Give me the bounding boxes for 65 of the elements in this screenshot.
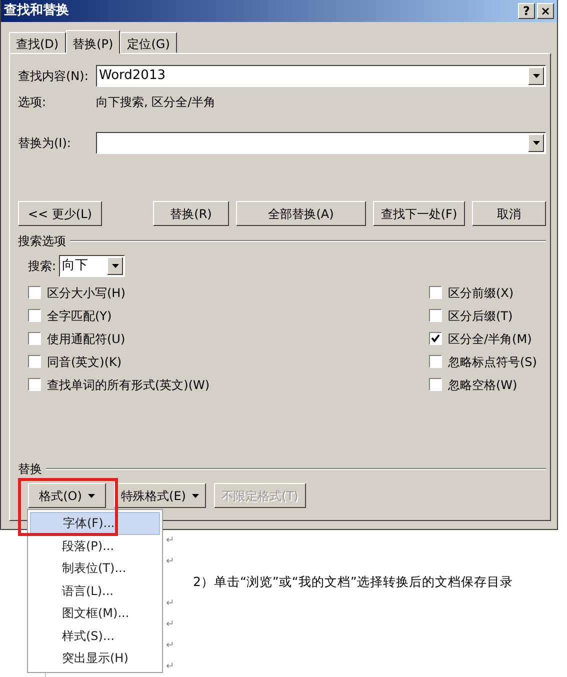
dropdown-button[interactable] — [528, 134, 544, 152]
menu-item[interactable]: 突出显示(H) — [30, 647, 160, 670]
checkbox[interactable] — [28, 355, 41, 368]
dialog-button[interactable]: 取消 — [472, 201, 546, 226]
checkbox[interactable] — [429, 332, 442, 345]
window-title: 查找和替换 — [4, 2, 69, 20]
checkbox[interactable] — [429, 286, 442, 299]
paragraph-mark: ↵ — [166, 660, 174, 674]
field-label: 选项: — [18, 94, 48, 111]
paragraph-mark: ↵ — [166, 555, 174, 569]
dropdown-button[interactable] — [107, 257, 124, 275]
field-label: 搜索: — [28, 258, 56, 275]
paragraph-mark: ↵ — [166, 534, 174, 548]
menu-item[interactable]: 语言(L)... — [30, 580, 160, 602]
section-title: 替换 — [18, 461, 42, 478]
menu-item[interactable]: 制表位(T)... — [30, 557, 160, 580]
dialog-button[interactable]: 全部替换(A) — [236, 201, 366, 226]
dialog-button[interactable]: 查找下一处(F) — [373, 201, 465, 226]
replace-field[interactable] — [96, 132, 546, 154]
caret-icon — [192, 494, 199, 498]
field-label: 查找内容(N): — [18, 68, 90, 85]
checkbox-label: 同音(英文)(K) — [47, 354, 122, 370]
checkbox[interactable] — [429, 378, 442, 391]
checkbox-label: 区分前缀(X) — [448, 284, 514, 302]
checkbox[interactable] — [28, 286, 41, 299]
direction-select[interactable]: 向下 — [59, 255, 126, 277]
checkbox[interactable] — [28, 332, 41, 345]
checkbox[interactable] — [28, 309, 41, 322]
caret-icon — [112, 264, 119, 268]
options-summary: 向下搜索, 区分全/半角 — [96, 94, 216, 111]
menu-item[interactable]: 样式(S)... — [30, 624, 160, 647]
caret-icon — [532, 74, 540, 78]
dialog-button[interactable]: 特殊格式(E) — [114, 483, 206, 508]
menu-item[interactable]: 图文框(M)... — [30, 602, 160, 624]
checkbox-label: 区分全/半角(M) — [448, 330, 532, 348]
close-button[interactable]: × — [537, 3, 554, 19]
dialog-button[interactable]: << 更少(L) — [18, 201, 102, 226]
dropdown-button[interactable] — [528, 67, 544, 85]
paragraph-mark: ↵ — [166, 639, 174, 653]
caret-icon — [532, 141, 540, 145]
field-label: 替换为(I): — [18, 135, 72, 152]
menu-item[interactable]: 字体(F)... — [30, 512, 160, 534]
checkbox-label: 区分后缀(T) — [448, 308, 513, 324]
checkbox[interactable] — [429, 309, 442, 322]
checkbox[interactable] — [28, 378, 41, 391]
paragraph-mark: ↵ — [166, 618, 174, 632]
find-field[interactable]: Word2013 — [96, 65, 546, 87]
dialog-button[interactable]: 替换(R) — [153, 201, 229, 226]
document-text: 2）单击“浏览”或“我的文档”选择转换后的文档保存目录 — [193, 573, 513, 592]
tab[interactable]: 定位(G) — [120, 32, 177, 53]
paragraph-mark: ↵ — [166, 597, 174, 611]
checkbox[interactable] — [429, 355, 442, 368]
checkbox-label: 使用通配符(U) — [47, 330, 126, 348]
caret-icon — [88, 494, 95, 498]
dialog-button[interactable]: 格式(O) — [28, 483, 106, 508]
section-title: 搜索选项 — [18, 233, 66, 250]
checkbox-label: 区分大小写(H) — [47, 284, 126, 302]
help-button[interactable]: ? — [518, 3, 535, 19]
tab[interactable]: 替换(P) — [66, 30, 120, 54]
checkbox-label: 查找单词的所有形式(英文)(W) — [47, 376, 210, 394]
checkbox-label: 忽略空格(W) — [448, 376, 518, 394]
checkbox-label: 忽略标点符号(S) — [448, 354, 537, 370]
tab[interactable]: 查找(D) — [9, 32, 66, 53]
checkbox-label: 全字匹配(Y) — [47, 308, 112, 324]
menu-item[interactable]: 段落(P)... — [30, 534, 160, 557]
